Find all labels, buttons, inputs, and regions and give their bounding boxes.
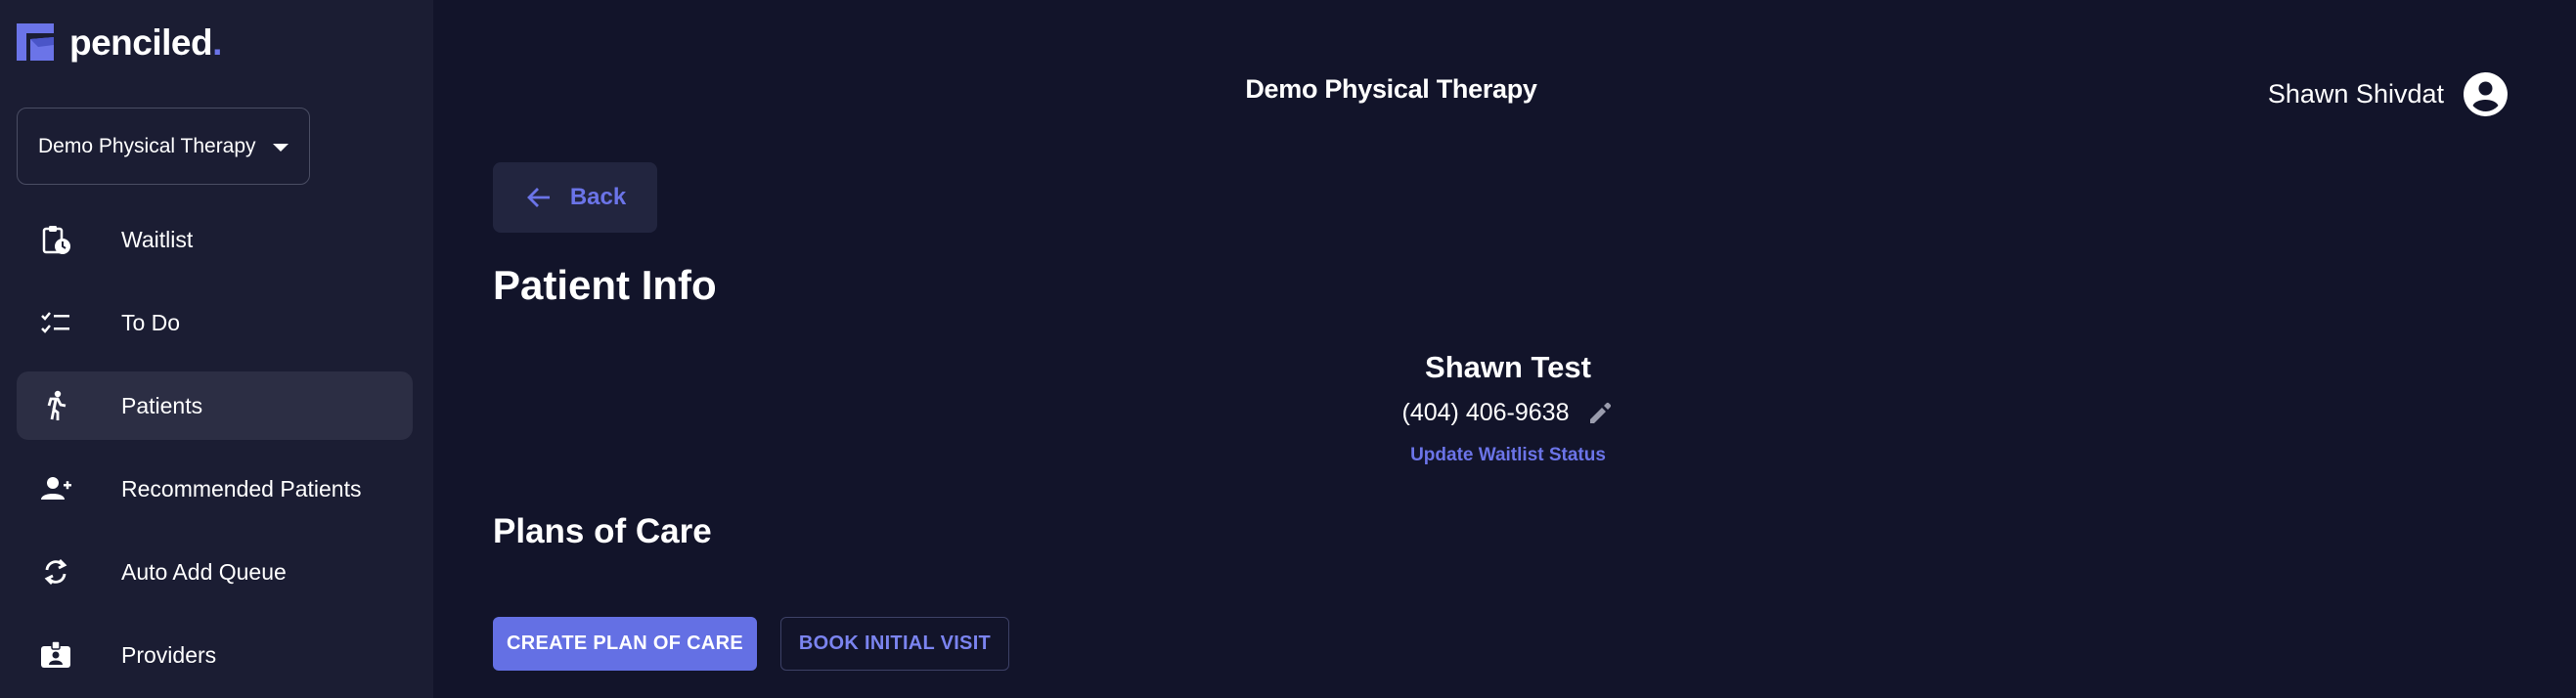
book-initial-visit-button[interactable]: BOOK INITIAL VISIT <box>780 617 1009 671</box>
patient-phone: (404) 406-9638 <box>1401 399 1570 426</box>
account-circle-icon <box>2464 72 2508 116</box>
update-waitlist-status-link[interactable]: Update Waitlist Status <box>1410 445 1606 466</box>
practice-select-value: Demo Physical Therapy <box>38 134 256 157</box>
running-person-icon <box>39 389 72 422</box>
sidebar-item-label: Patients <box>121 392 203 418</box>
sidebar-item-label: Recommended Patients <box>121 475 362 502</box>
badge-icon <box>39 638 72 672</box>
penciled-logo-icon <box>17 23 54 61</box>
patient-summary: Shawn Test (404) 406-9638 Update Waitlis… <box>1312 350 1704 466</box>
sidebar-item-label: Waitlist <box>121 226 194 252</box>
clipboard-clock-icon <box>39 223 72 256</box>
patient-name: Shawn Test <box>1425 350 1591 384</box>
user-menu[interactable]: Shawn Shivdat <box>2268 72 2508 116</box>
sidebar-item-providers[interactable]: Providers <box>17 621 413 689</box>
create-plan-of-care-button[interactable]: CREATE PLAN OF CARE <box>493 617 757 671</box>
sidebar-item-label: To Do <box>121 309 181 335</box>
sidebar-item-label: Auto Add Queue <box>121 558 287 585</box>
back-button[interactable]: Back <box>493 162 657 233</box>
app-root: penciled. Demo Physical Therapy Waitlist… <box>0 0 2576 698</box>
header-title: Demo Physical Therapy <box>1245 74 1537 104</box>
caret-down-icon <box>273 144 289 152</box>
sidebar: penciled. Demo Physical Therapy Waitlist… <box>0 0 433 698</box>
person-add-icon <box>39 472 72 505</box>
back-button-label: Back <box>569 184 627 210</box>
sidebar-item-patients[interactable]: Patients <box>17 371 413 440</box>
sidebar-item-waitlist[interactable]: Waitlist <box>17 205 413 274</box>
page-title: Patient Info <box>493 262 717 308</box>
sidebar-item-auto-add-queue[interactable]: Auto Add Queue <box>17 538 413 606</box>
phone-row: (404) 406-9638 <box>1312 399 1704 427</box>
pencil-edit-icon[interactable] <box>1586 400 1614 427</box>
sidebar-item-todo[interactable]: To Do <box>17 288 413 357</box>
checklist-icon <box>39 306 72 339</box>
plans-of-care-title: Plans of Care <box>493 512 712 550</box>
brand-dot: . <box>212 22 222 63</box>
practice-select[interactable]: Demo Physical Therapy <box>17 108 310 185</box>
brand-logo[interactable]: penciled. <box>17 23 222 61</box>
arrow-left-icon <box>526 188 550 207</box>
brand-name: penciled. <box>69 22 222 63</box>
sync-icon <box>39 555 72 589</box>
sidebar-nav: Waitlist To Do Patients Recommended Pati… <box>17 205 413 698</box>
sidebar-item-label: Providers <box>121 641 217 668</box>
sidebar-item-recommended-patients[interactable]: Recommended Patients <box>17 455 413 523</box>
user-name: Shawn Shivdat <box>2267 79 2444 109</box>
